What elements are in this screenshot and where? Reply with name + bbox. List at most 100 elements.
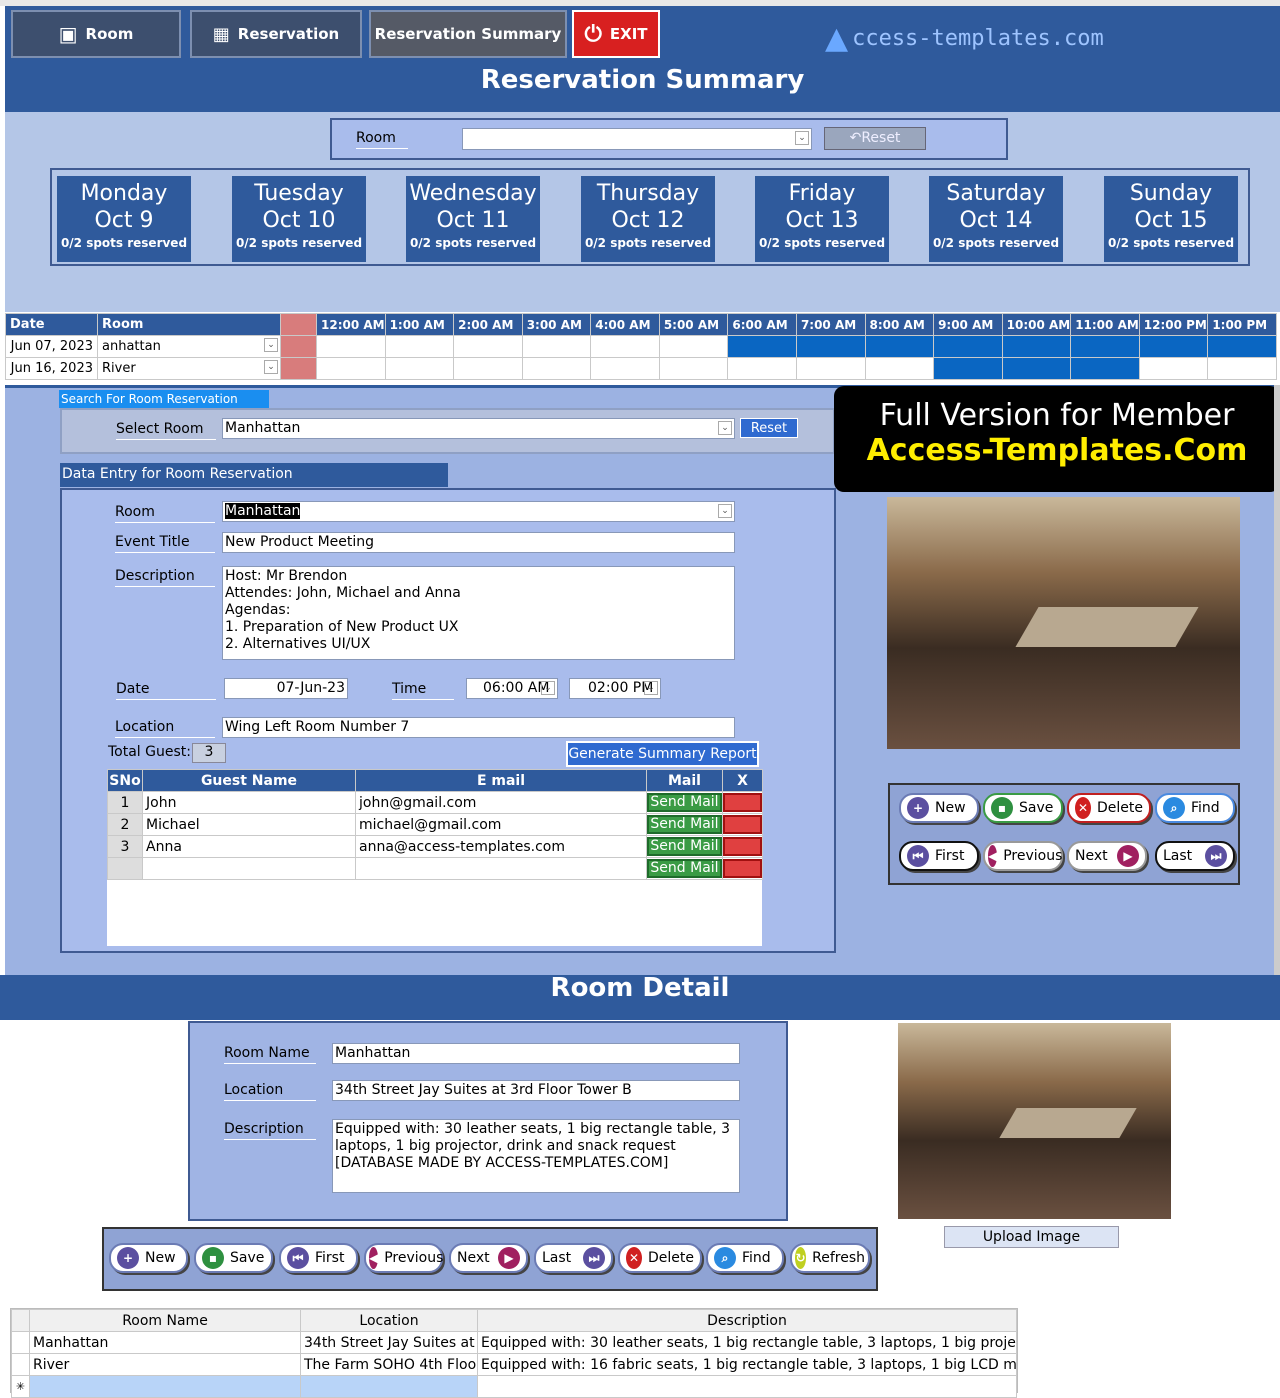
hour-slot[interactable] xyxy=(316,357,386,380)
exit-button[interactable]: ⏻ EXIT xyxy=(572,10,660,58)
send-mail-button[interactable]: Send Mail xyxy=(647,793,722,812)
first-button[interactable]: ⏮ First xyxy=(279,1243,358,1273)
day-card[interactable]: Thursday Oct 12 0/2 spots reserved xyxy=(581,176,715,262)
table-row[interactable]: 1 John john@gmail.com Send Mail xyxy=(107,791,763,814)
hour-slot[interactable] xyxy=(933,335,1003,358)
delete-button[interactable]: ✕ Delete xyxy=(618,1243,702,1273)
rooms-table[interactable]: Room Name Location Description Manhattan 34… xyxy=(11,1309,1017,1398)
upload-image-button[interactable]: Upload Image xyxy=(944,1226,1119,1248)
hour-slot[interactable] xyxy=(933,357,1003,380)
table-row[interactable]: 2 Michael michael@gmail.com Send Mail xyxy=(107,813,763,836)
hour-slot[interactable] xyxy=(1001,335,1072,358)
hour-slot[interactable] xyxy=(1207,357,1277,380)
summary-nav-button[interactable]: Reservation Summary xyxy=(369,10,567,58)
day-card[interactable]: Friday Oct 13 0/2 spots reserved xyxy=(755,176,889,262)
room-nav-button[interactable]: ▣ Room xyxy=(11,10,181,58)
hour-slot[interactable] xyxy=(1070,357,1140,380)
event-title-input[interactable]: New Product Meeting xyxy=(222,532,735,553)
table-row[interactable]: Manhattan 34th Street Jay Suites at 3r Equ… xyxy=(11,1331,1017,1354)
vertical-scrollbar[interactable] xyxy=(1274,385,1280,975)
delete-button[interactable]: ✕ Delete xyxy=(1067,793,1151,823)
hour-slot[interactable] xyxy=(590,357,660,380)
previous-button[interactable]: ◀ Previous xyxy=(983,841,1063,871)
day-card[interactable]: Tuesday Oct 10 0/2 spots reserved xyxy=(232,176,366,262)
last-button[interactable]: Last ⏭ xyxy=(1155,841,1235,871)
last-button[interactable]: Last ⏭ xyxy=(534,1243,613,1273)
new-button[interactable]: + New xyxy=(899,793,979,823)
schedule-grid[interactable]: Date Room 12:00 AM 1:00 AM 2:00 AM 3:00 AM 4:0… xyxy=(5,313,1277,380)
description-textarea[interactable]: Host: Mr Brendon Attendes: John, Michael… xyxy=(222,566,735,660)
hour-slot[interactable] xyxy=(1070,335,1140,358)
search-reset-button[interactable]: Reset xyxy=(740,418,798,438)
date-input[interactable]: 07-Jun-23 xyxy=(224,678,348,699)
table-row-new[interactable]: ✳ xyxy=(11,1375,1017,1398)
generate-report-button[interactable]: Generate Summary Report xyxy=(566,741,759,767)
last-record-icon: ⏭ xyxy=(583,1247,605,1269)
hour-slot[interactable] xyxy=(590,335,660,358)
hour-slot[interactable] xyxy=(384,357,455,380)
time-from-select[interactable]: 06:00 AM ⌄ xyxy=(466,678,558,699)
schedule-row[interactable]: Jun 16, 2023 River ⌄ xyxy=(5,357,1277,380)
delete-guest-button[interactable] xyxy=(723,837,762,856)
save-button[interactable]: ▪ Save xyxy=(194,1243,273,1273)
hour-slot[interactable] xyxy=(1001,357,1072,380)
next-button[interactable]: Next ▶ xyxy=(1067,841,1147,871)
hour-slot[interactable] xyxy=(1138,335,1209,358)
reservation-nav-button[interactable]: ▦ Reservation xyxy=(190,10,362,58)
guest-table[interactable]: SNo Guest Name E mail Mail X 1 John john@gmail… xyxy=(107,769,763,880)
hour-slot[interactable] xyxy=(658,357,729,380)
hour-slot[interactable] xyxy=(521,357,592,380)
day-card[interactable]: Saturday Oct 14 0/2 spots reserved xyxy=(929,176,1063,262)
hour-slot[interactable] xyxy=(727,335,797,358)
room-dropdown[interactable]: Manhattan ⌄ xyxy=(222,501,735,522)
table-row[interactable]: River The Farm SOHO 4th Floor Equipped wit… xyxy=(11,1353,1017,1376)
hour-slot[interactable] xyxy=(864,335,935,358)
next-button[interactable]: Next ▶ xyxy=(449,1243,528,1273)
hour-slot[interactable] xyxy=(1138,357,1209,380)
save-button[interactable]: ▪ Save xyxy=(983,793,1063,823)
day-card[interactable]: Sunday Oct 15 0/2 spots reserved xyxy=(1104,176,1238,262)
table-shape xyxy=(1015,607,1199,647)
hour-header: 12:00 AM xyxy=(316,313,386,336)
location-input[interactable]: Wing Left Room Number 7 xyxy=(222,717,735,738)
hour-slot[interactable] xyxy=(864,357,935,380)
hour-slot[interactable] xyxy=(521,335,592,358)
table-row-new[interactable]: Send Mail xyxy=(107,857,763,880)
hour-slot[interactable] xyxy=(727,357,797,380)
first-button[interactable]: ⏮ First xyxy=(899,841,979,871)
room-filter-select[interactable]: ⌄ xyxy=(462,128,812,150)
hour-slot[interactable] xyxy=(453,357,523,380)
rooms-datasheet[interactable]: Room Name Location Description Manhattan 34… xyxy=(10,1308,1018,1398)
hour-slot[interactable] xyxy=(453,335,523,358)
day-card[interactable]: Monday Oct 9 0/2 spots reserved xyxy=(57,176,191,262)
schedule-row[interactable]: Jun 07, 2023 anhattan ⌄ xyxy=(5,335,1277,358)
hour-slot[interactable] xyxy=(795,357,866,380)
find-button[interactable]: ⌕ Find xyxy=(706,1243,784,1273)
delete-guest-button[interactable] xyxy=(723,793,762,812)
room-name-input[interactable]: Manhattan xyxy=(332,1043,740,1064)
day-card[interactable]: Wednesday Oct 11 0/2 spots reserved xyxy=(406,176,540,262)
hour-slot[interactable] xyxy=(316,335,386,358)
find-button[interactable]: ⌕ Find xyxy=(1155,793,1235,823)
send-mail-button[interactable]: Send Mail xyxy=(647,837,722,856)
select-room-dropdown[interactable]: Manhattan ⌄ xyxy=(222,418,735,439)
send-mail-button[interactable]: Send Mail xyxy=(647,815,722,834)
filter-reset-button[interactable]: ↶Reset xyxy=(824,127,926,150)
hour-slot[interactable] xyxy=(658,335,729,358)
time-to-select[interactable]: 02:00 PM ⌄ xyxy=(569,678,661,699)
hour-slot[interactable] xyxy=(384,335,455,358)
table-row[interactable]: 3 Anna anna@access-templates.com Send Mail xyxy=(107,835,763,858)
hour-header: 3:00 AM xyxy=(521,313,592,336)
delete-guest-button[interactable] xyxy=(723,815,762,834)
room-location-input[interactable]: 34th Street Jay Suites at 3rd Floor Towe… xyxy=(332,1080,740,1101)
delete-guest-button[interactable] xyxy=(723,859,762,878)
previous-button[interactable]: ◀ Previous xyxy=(364,1243,443,1273)
hour-slot[interactable] xyxy=(1207,335,1277,358)
room-description-textarea[interactable]: Equipped with: 30 leather seats, 1 big r… xyxy=(332,1119,740,1193)
chevron-down-icon[interactable]: ⌄ xyxy=(264,338,278,352)
refresh-button[interactable]: ↻ Refresh xyxy=(790,1243,870,1273)
send-mail-button[interactable]: Send Mail xyxy=(647,859,722,878)
chevron-down-icon[interactable]: ⌄ xyxy=(264,360,278,374)
hour-slot[interactable] xyxy=(795,335,866,358)
new-button[interactable]: + New xyxy=(109,1243,188,1273)
